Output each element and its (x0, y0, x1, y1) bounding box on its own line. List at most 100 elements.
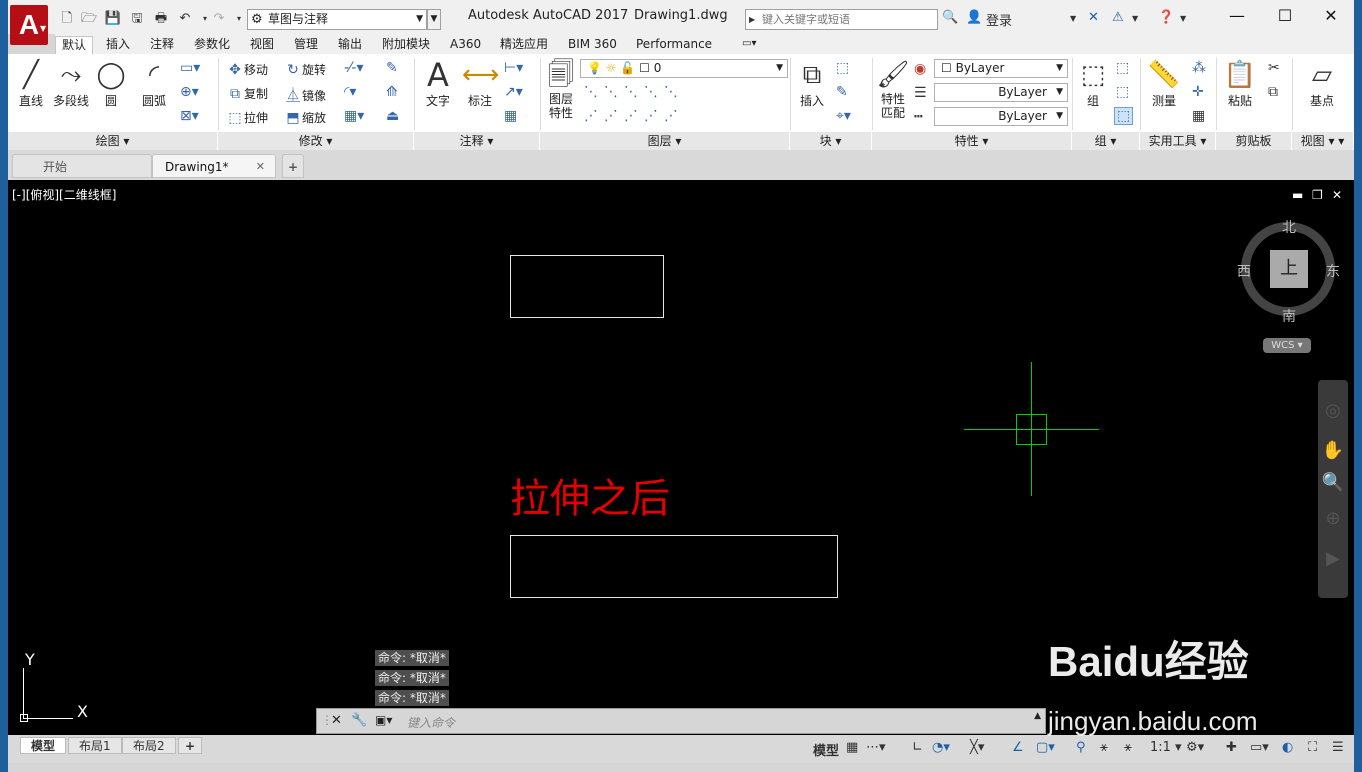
rectangle-before[interactable] (510, 255, 664, 318)
viewcube-east[interactable]: 东 (1326, 261, 1340, 281)
open-file-icon[interactable]: 🗁 (80, 10, 98, 28)
cut-icon[interactable]: ✂ (1268, 60, 1280, 76)
orbit-icon[interactable]: ⊕ (1318, 508, 1348, 529)
viewcube-west[interactable]: 西 (1237, 261, 1251, 281)
ortho-icon[interactable]: ∟ (912, 740, 923, 755)
annotation-visibility-icon[interactable]: ⚲ (1076, 740, 1086, 755)
close-command-line-icon[interactable]: ✕ (331, 713, 342, 728)
close-tab-icon[interactable]: ✕ (256, 155, 265, 179)
save-as-icon[interactable]: 🖫 (128, 10, 146, 28)
model-space-toggle[interactable]: 模型 (813, 740, 839, 759)
linetype-select[interactable]: ByLayer ▼ (934, 107, 1068, 126)
object-snap-tracking-icon[interactable]: ∠ (1012, 740, 1024, 755)
viewport-controls-label[interactable]: [-][俯视][二维线框] (12, 186, 116, 203)
dimension-button[interactable]: ⟷ 标注 (462, 58, 499, 109)
scale-button[interactable]: ⬒ 缩放 (284, 109, 326, 126)
layer-tools-row-2[interactable]: ⋰⋰⋰⋰⋰ (584, 108, 684, 124)
tab-addins[interactable]: 附加模块 (376, 36, 436, 54)
lineweight-select[interactable]: ByLayer ▼ (934, 83, 1068, 102)
new-tab-plus-icon[interactable]: + (282, 154, 304, 178)
layer-select[interactable]: 💡 ☼ 🔓 ☐ 0 ▼ (580, 59, 788, 78)
workspace-switch-icon[interactable]: ⚙▾ (1186, 740, 1204, 755)
utilities-panel-title[interactable]: 实用工具 ▾ (1140, 132, 1216, 150)
plot-icon[interactable]: 🖶 (152, 10, 170, 28)
groups-panel-title[interactable]: 组 ▾ (1072, 132, 1140, 150)
base-view-button[interactable]: ▱ 基点 (1300, 58, 1344, 109)
rectangle-icon[interactable]: ▭▾ (180, 60, 200, 76)
help-dropdown-icon[interactable]: ▼ (1180, 14, 1186, 23)
zoom-icon[interactable]: 🔍 (1318, 472, 1348, 493)
copy-button[interactable]: ⧉ 复制 (226, 85, 268, 102)
annotation-monitor-icon[interactable]: ✚ (1226, 740, 1237, 755)
explode-icon[interactable]: ⟰ (386, 84, 398, 100)
edit-block-icon[interactable]: ✎ (836, 84, 848, 100)
stretch-button[interactable]: ⬚ 拉伸 (226, 109, 268, 126)
layer-properties-button[interactable]: 🗐 图层 特性 (544, 58, 578, 120)
isodraft-icon[interactable]: ╳▾ (970, 740, 984, 755)
color-wheel-icon[interactable]: ◉ (914, 61, 926, 77)
line-button[interactable]: ╱ 直线 (14, 58, 48, 109)
create-block-icon[interactable]: ⬚ (836, 60, 849, 76)
tab-performance[interactable]: Performance (630, 36, 718, 54)
move-button[interactable]: ✥ 移动 (226, 61, 268, 78)
boundary-icon[interactable]: ⊠▾ (180, 108, 199, 124)
linetype-icon[interactable]: ┅ (914, 109, 922, 125)
hatch-icon[interactable]: ⊕▾ (180, 84, 199, 100)
annotation-scale-icon[interactable]: ⚹ (1124, 740, 1132, 755)
exchange-apps-icon[interactable]: ✕ (1088, 10, 1099, 25)
command-line[interactable]: ⋮ ✕ 🔧 ▣▾ 键入命令 ▲ (316, 708, 1046, 734)
tab-bim360[interactable]: BIM 360 (562, 36, 623, 54)
object-snap-icon[interactable]: ▢▾ (1036, 740, 1055, 755)
fillet-icon[interactable]: ◜▾ (344, 84, 356, 100)
tab-insert[interactable]: 插入 (100, 36, 136, 54)
new-file-icon[interactable]: 🗋 (58, 10, 76, 28)
trim-icon[interactable]: -⁄-▾ (344, 60, 363, 76)
block-panel-title[interactable]: 块 ▾ (790, 132, 872, 150)
circle-button[interactable]: ◯ 圆 (94, 58, 128, 109)
polar-tracking-icon[interactable]: ◔▾ (932, 740, 950, 755)
point-id-icon[interactable]: ✛ (1192, 84, 1204, 100)
viewcube-top-face[interactable]: 上 (1270, 250, 1308, 288)
copy-clip-icon[interactable]: ⧉ (1268, 84, 1278, 100)
save-icon[interactable]: 💾 (104, 10, 122, 28)
polyline-button[interactable]: ⤳ 多段线 (50, 58, 92, 109)
qat-customize-button[interactable]: ▼ (427, 9, 441, 30)
add-layout-plus-icon[interactable]: + (178, 737, 203, 754)
tab-manage[interactable]: 管理 (288, 36, 324, 54)
mirror-button[interactable]: ⏅ 镜像 (284, 85, 326, 105)
erase-icon[interactable]: ✎ (386, 60, 398, 76)
sign-in-link[interactable]: 登录 (986, 10, 1012, 29)
group-edit-icon[interactable]: ⬚ (1116, 84, 1129, 100)
ribbon-minimize-icon[interactable]: ▭▾ (736, 36, 762, 54)
tab-annotate[interactable]: 注释 (144, 36, 180, 54)
lineweight-icon[interactable]: ☰ (914, 85, 927, 101)
steering-wheel-icon[interactable]: ◎ (1318, 400, 1348, 421)
grid-icon[interactable]: ▦ (846, 740, 858, 755)
maximize-button[interactable]: ☐ (1262, 5, 1308, 29)
paste-button[interactable]: 📋 粘贴 (1222, 58, 1258, 109)
viewcube-north[interactable]: 北 (1282, 217, 1296, 237)
annotation-scale-value[interactable]: 1:1 ▾ (1150, 740, 1182, 755)
sign-in-dropdown-icon[interactable]: ▼ (1070, 14, 1076, 23)
tab-parametric[interactable]: 参数化 (188, 36, 236, 54)
customize-status-icon[interactable]: ☰ (1332, 740, 1344, 755)
binoculars-icon[interactable]: 🔍 (942, 10, 958, 25)
workspace-select[interactable]: ⚙ 草图与注释 ▼ (247, 9, 427, 30)
arc-button[interactable]: ◜ 圆弧 (134, 58, 174, 109)
annotation-text[interactable]: 拉伸之后 (510, 466, 670, 524)
snap-icon[interactable]: ⋯▾ (866, 740, 886, 755)
help-icon[interactable]: ❓ (1158, 10, 1174, 25)
offset-icon[interactable]: ⏏ (386, 108, 399, 124)
table-icon[interactable]: ▦ (504, 108, 517, 124)
search-input[interactable]: ▶ 键入关键字或短语 (745, 9, 938, 30)
viewport-restore-icon[interactable]: ❐ (1312, 188, 1323, 202)
quick-select-icon[interactable]: ⁂ (1192, 60, 1206, 76)
drawing-tab[interactable]: Drawing1* ✕ (152, 154, 276, 178)
color-select[interactable]: ☐ ByLayer ▼ (934, 59, 1068, 78)
user-icon[interactable]: 👤 (966, 10, 982, 25)
viewport-close-icon[interactable]: ✕ (1332, 188, 1342, 202)
isolate-objects-icon[interactable]: ◐ (1282, 740, 1293, 755)
ungroup-icon[interactable]: ⬚ (1116, 60, 1129, 76)
view-panel-title[interactable]: 视图 ▾ ▾ (1292, 132, 1354, 150)
model-layout-tab[interactable]: 模型 (20, 737, 67, 754)
